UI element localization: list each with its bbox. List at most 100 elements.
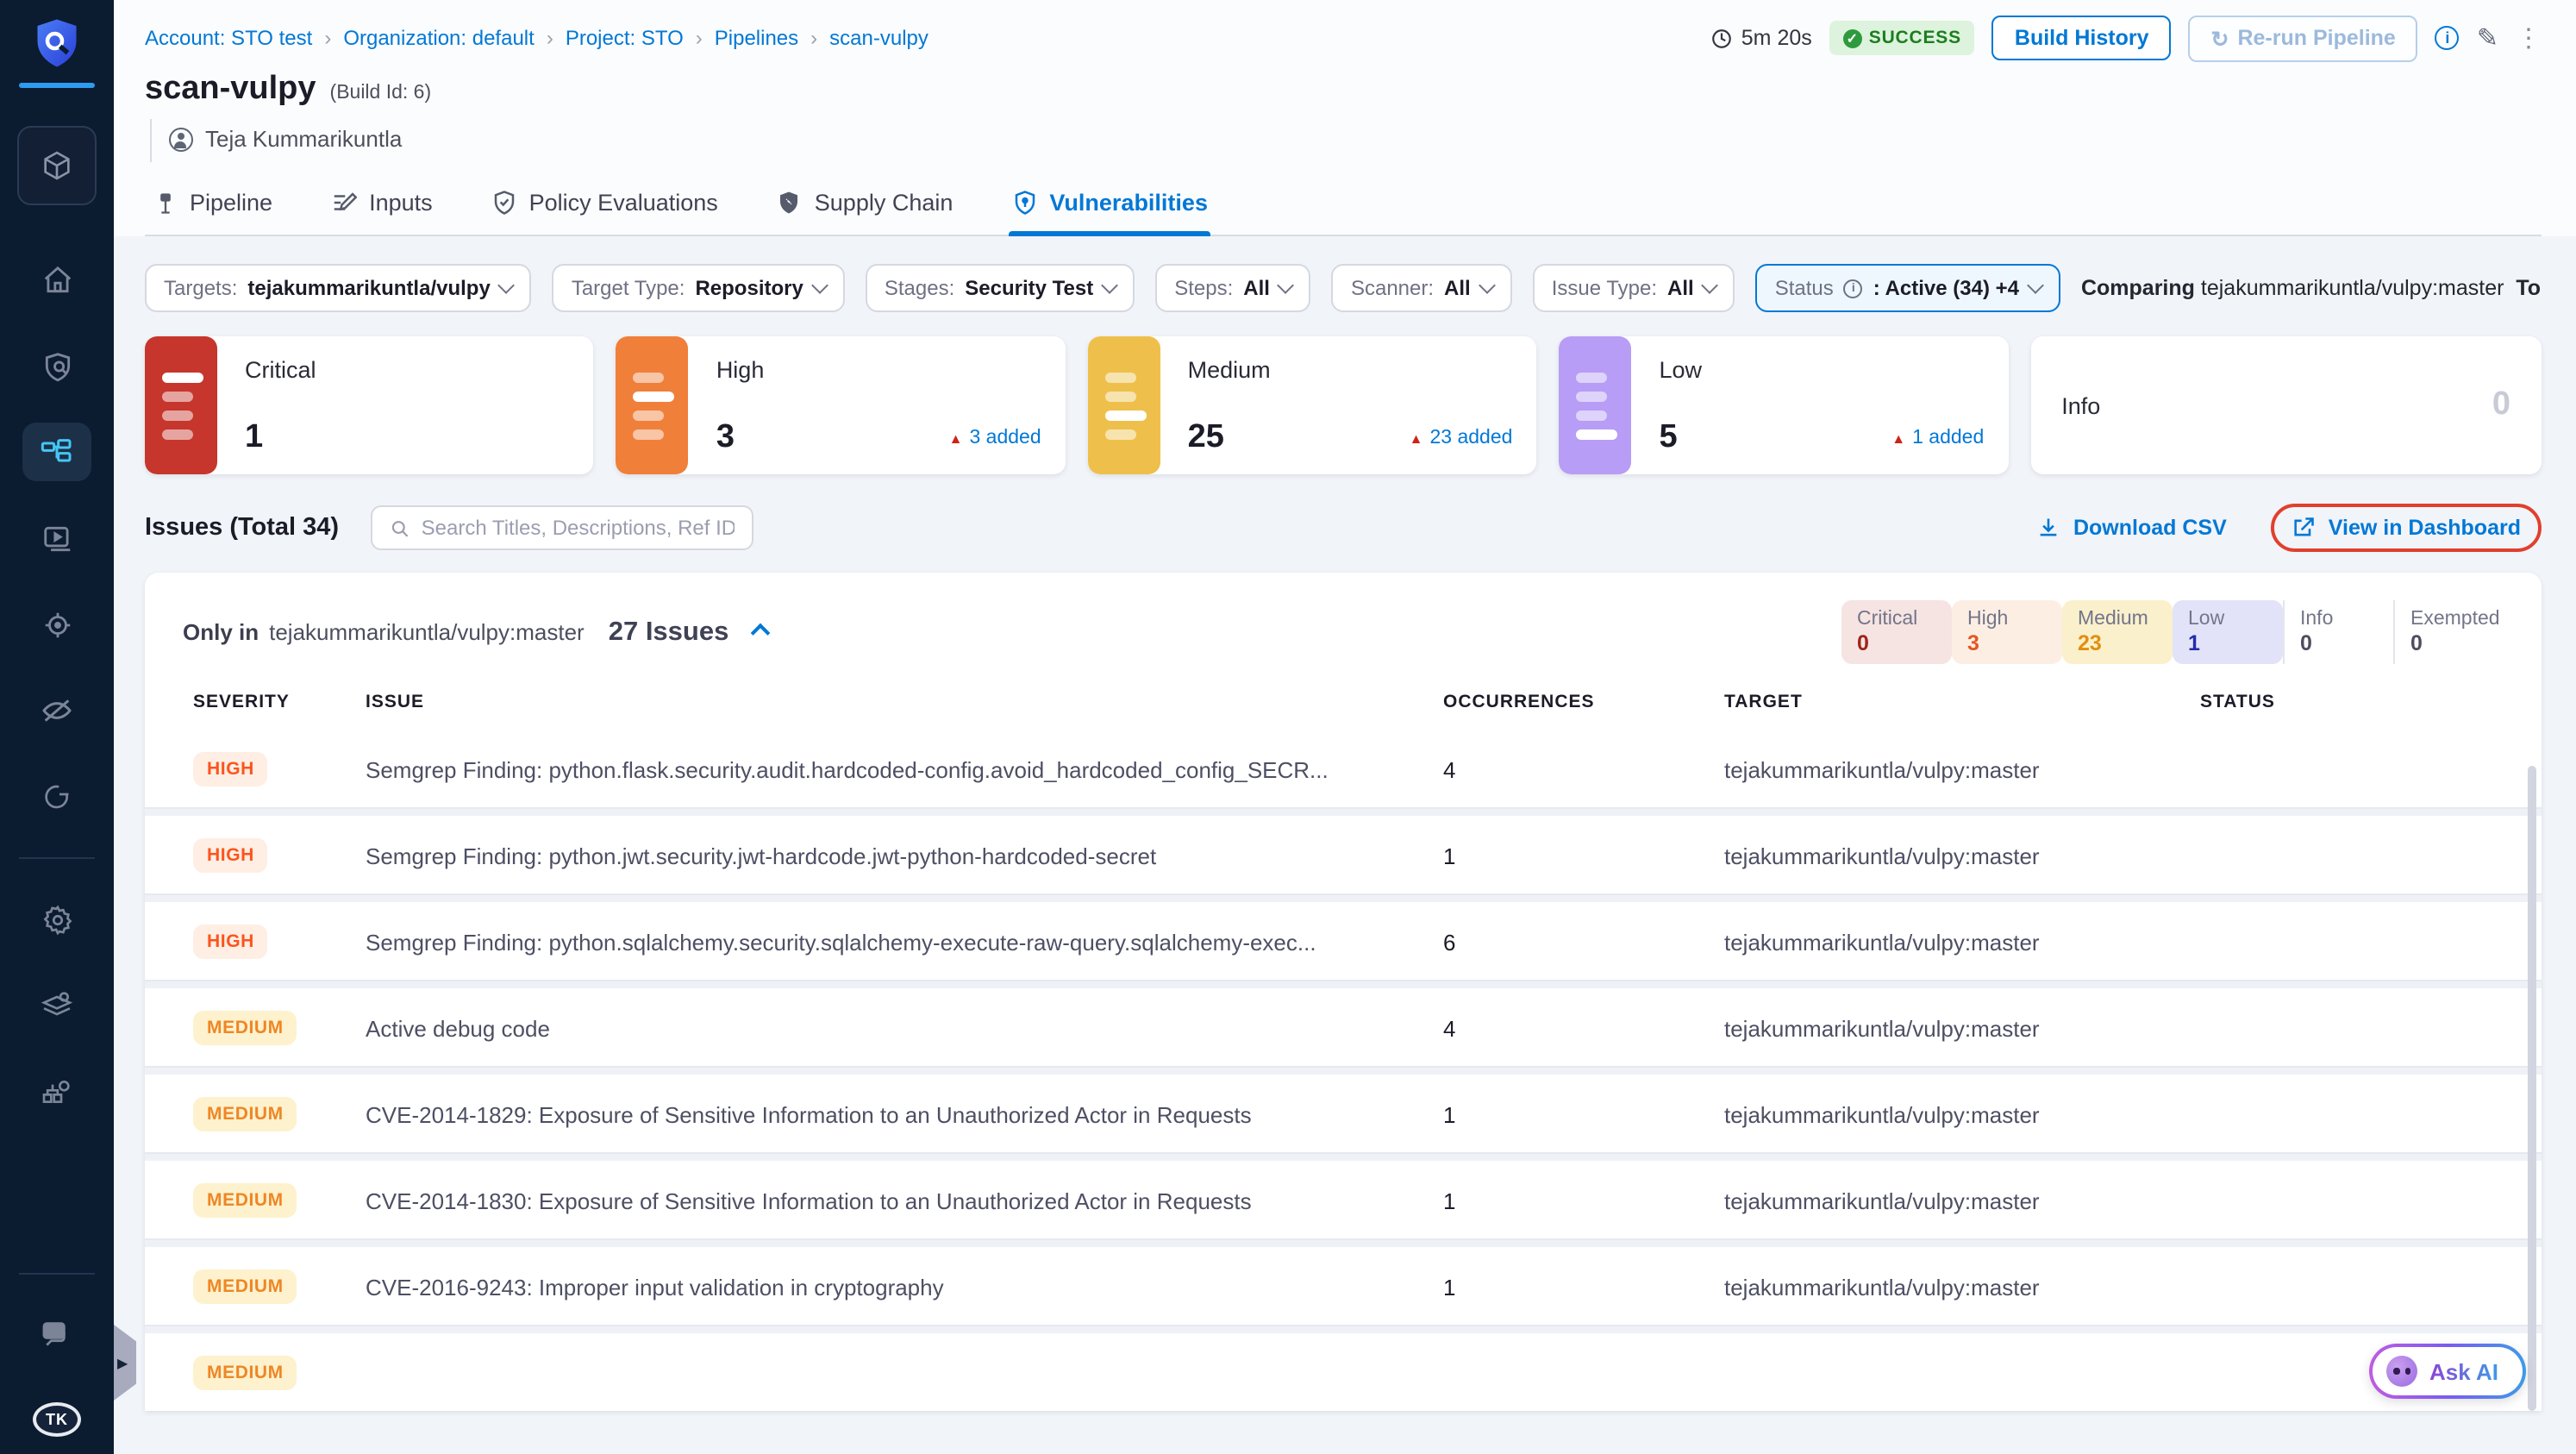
table-row[interactable]: HIGH Semgrep Finding: python.jwt.securit… <box>145 816 2542 902</box>
gear-icon <box>42 904 72 935</box>
external-link-icon <box>2295 517 2315 536</box>
breadcrumb-account[interactable]: Account: STO test <box>145 26 312 50</box>
clock-icon <box>1711 28 1731 47</box>
high-card[interactable]: High 3 ▲ 3 added <box>616 336 1066 474</box>
issues-table-card: Only in tejakummarikuntla/vulpy:master 2… <box>145 573 2542 1411</box>
avatar[interactable]: TK <box>33 1402 81 1437</box>
robot-icon <box>2386 1356 2418 1387</box>
sidebar-divider-bottom <box>19 1273 95 1275</box>
download-icon <box>2041 518 2058 536</box>
cube-icon <box>44 151 70 180</box>
harness-sto-logo[interactable] <box>19 0 95 102</box>
chevron-down-icon <box>1278 277 1295 294</box>
tab-policy-evaluations[interactable]: Policy Evaluations <box>488 183 722 235</box>
rerun-pipeline-button[interactable]: ↻ Re-run Pipeline <box>2188 15 2418 61</box>
medium-added-link[interactable]: ▲ 23 added <box>1410 428 1513 448</box>
sidebar-item-executions[interactable] <box>22 509 91 567</box>
table-row[interactable]: HIGH Semgrep Finding: python.flask.secur… <box>145 730 2542 816</box>
vulnerabilities-shield-icon <box>1015 191 1035 215</box>
triangle-up-icon: ▲ <box>1891 430 1906 446</box>
table-row[interactable]: MEDIUM Active debug code 4 tejakummariku… <box>145 988 2542 1075</box>
filter-targets[interactable]: Targets: tejakummarikuntla/vulpy <box>145 264 532 312</box>
chip-low[interactable]: Low 1 <box>2173 600 2283 664</box>
filter-scanner[interactable]: Scanner: All <box>1331 264 1512 312</box>
info-icon[interactable]: i <box>2435 26 2460 50</box>
medium-bar-icon <box>1087 336 1160 474</box>
sidebar-item-home[interactable] <box>22 250 91 309</box>
breadcrumb-current[interactable]: scan-vulpy <box>829 26 928 50</box>
view-in-dashboard-button[interactable]: View in Dashboard <box>2292 516 2521 540</box>
sidebar-item-pipelines[interactable] <box>22 423 91 481</box>
app-root: ? TK ▶ Account: STO test › Organization:… <box>0 0 2576 1454</box>
refresh-icon: ↻ <box>2210 27 2229 51</box>
sidebar-item-help[interactable]: ? <box>22 1306 91 1364</box>
sidebar-item-targets[interactable] <box>22 595 91 654</box>
target-crosshair-icon <box>44 611 70 637</box>
sidebar-item-getting-started[interactable] <box>22 768 91 826</box>
table-row[interactable]: MEDIUM <box>145 1333 2542 1411</box>
severity-badge: MEDIUM <box>193 1356 297 1390</box>
low-added-link[interactable]: ▲ 1 added <box>1891 428 1984 448</box>
edit-pipeline-icon[interactable]: ✎ <box>2477 22 2498 53</box>
severity-chips: Critical0 High3 Medium23 Low1 Info0 <box>1841 600 2504 664</box>
tab-vulnerabilities[interactable]: Vulnerabilities <box>1008 183 1211 236</box>
chip-info[interactable]: Info 0 <box>2283 600 2393 664</box>
breadcrumb-separator: › <box>546 26 553 50</box>
chevron-down-icon <box>810 277 828 294</box>
collapse-chevron-icon[interactable] <box>750 622 770 642</box>
medium-card[interactable]: Medium 25 ▲ 23 added <box>1087 336 1537 474</box>
filter-target-type[interactable]: Target Type: Repository <box>552 264 845 312</box>
status-badge: ✓ SUCCESS <box>1829 21 1975 55</box>
chip-critical[interactable]: Critical 0 <box>1841 600 1952 664</box>
filter-stages[interactable]: Stages: Security Test <box>865 264 1135 312</box>
sidebar-item-scans[interactable] <box>22 336 91 395</box>
page-header: Account: STO test › Organization: defaul… <box>114 0 2576 236</box>
filter-issue-type[interactable]: Issue Type: All <box>1532 264 1735 312</box>
filter-steps[interactable]: Steps: All <box>1155 264 1311 312</box>
critical-card[interactable]: Critical 1 <box>145 336 594 474</box>
logo-underline <box>19 83 95 88</box>
sidebar-item-default-settings[interactable] <box>22 976 91 1035</box>
tab-supply-chain[interactable]: Supply Chain <box>773 183 957 235</box>
table-header: SEVERITY ISSUE OCCURRENCES TARGET STATUS <box>193 692 2275 712</box>
chip-medium[interactable]: Medium 23 <box>2062 600 2173 664</box>
table-scrollbar[interactable] <box>2528 766 2536 1411</box>
filter-status[interactable]: Status i : Active (34) +4 <box>1755 264 2060 312</box>
severity-badge: MEDIUM <box>193 1097 297 1131</box>
table-row[interactable]: MEDIUM CVE-2014-1830: Exposure of Sensit… <box>145 1161 2542 1247</box>
download-csv-button[interactable]: Download CSV <box>2037 516 2227 540</box>
info-icon: i <box>1843 279 1863 298</box>
tab-inputs[interactable]: Inputs <box>328 183 436 235</box>
breadcrumb-project[interactable]: Project: STO <box>566 26 684 50</box>
table-row[interactable]: MEDIUM CVE-2016-9243: Improper input val… <box>145 1247 2542 1333</box>
chip-high[interactable]: High 3 <box>1952 600 2062 664</box>
sidebar-item-settings[interactable] <box>22 890 91 949</box>
scan-shield-icon <box>44 352 70 381</box>
info-card[interactable]: Info 0 <box>2030 336 2542 474</box>
breadcrumb-organization[interactable]: Organization: default <box>343 26 535 50</box>
sidebar-item-test-targets[interactable] <box>22 681 91 740</box>
breadcrumb-pipelines[interactable]: Pipelines <box>715 26 798 50</box>
high-added-link[interactable]: ▲ 3 added <box>949 428 1041 448</box>
search-icon <box>391 520 408 536</box>
group-target: tejakummarikuntla/vulpy:master <box>269 618 585 644</box>
check-icon: ✓ <box>1842 28 1862 47</box>
table-row[interactable]: HIGH Semgrep Finding: python.sqlalchemy.… <box>145 902 2542 988</box>
comparing-text: Comparing tejakummarikuntla/vulpy:master… <box>2080 276 2542 300</box>
sidebar-item-org-settings[interactable] <box>22 1062 91 1121</box>
search-input[interactable] <box>421 516 735 540</box>
build-id: (Build Id: 6) <box>329 83 432 103</box>
build-history-button[interactable]: Build History <box>1991 16 2172 60</box>
more-options-icon[interactable]: ⋮ <box>2516 22 2542 53</box>
sidebar-divider <box>19 857 95 859</box>
table-row[interactable]: MEDIUM CVE-2014-1829: Exposure of Sensit… <box>145 1075 2542 1161</box>
chevron-down-icon <box>497 277 516 294</box>
low-card[interactable]: Low 5 ▲ 1 added <box>1559 336 2009 474</box>
module-selector-cube[interactable] <box>17 126 97 205</box>
critical-bar-icon <box>145 336 217 474</box>
issues-search[interactable] <box>370 505 753 550</box>
ask-ai-button[interactable]: Ask AI <box>2369 1344 2526 1399</box>
tab-pipeline[interactable]: Pipeline <box>150 183 276 235</box>
chip-exempted[interactable]: Exempted 0 <box>2393 600 2504 664</box>
severity-summary-cards: Critical 1 High 3 ▲ 3 added Medium 25 ▲ … <box>114 312 2576 474</box>
